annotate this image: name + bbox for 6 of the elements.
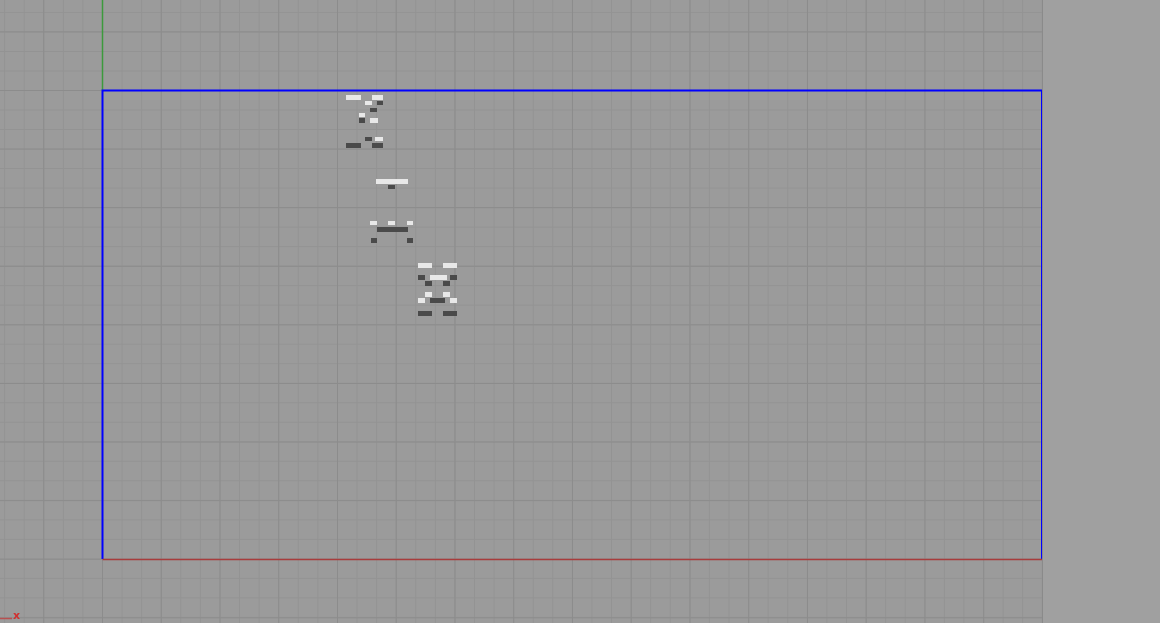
axis-label: x xyxy=(13,610,21,621)
x-axis-line xyxy=(0,617,13,620)
pixel-mark-drawing xyxy=(370,221,413,243)
pixel-mark-drawing xyxy=(376,179,408,189)
pixel-mark-drawing xyxy=(346,95,383,148)
pixel-mark-drawing xyxy=(418,263,457,316)
